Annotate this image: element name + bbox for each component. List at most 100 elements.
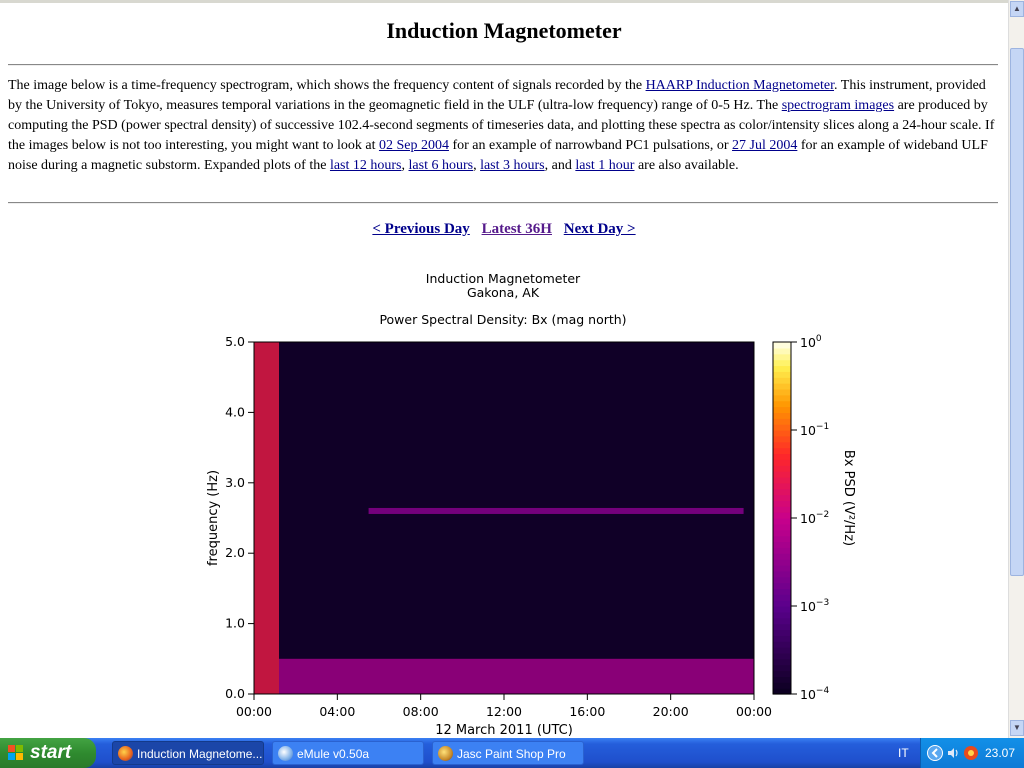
language-indicator[interactable]: IT [898,738,909,768]
colorbar-segment [773,553,791,560]
colorbar-segment [773,547,791,554]
colorbar-segment [773,400,791,408]
intro-link[interactable]: last 1 hour [575,158,634,173]
colorbar-segment [773,647,791,654]
colorbar-tick-label: 10−1 [800,422,829,438]
paintshop-icon [438,746,453,761]
colorbar-segment [773,394,791,402]
colorbar-label: Bx PSD (V²/Hz) [841,450,856,546]
antivirus-icon[interactable] [963,745,979,761]
colorbar-segment [773,494,791,501]
colorbar-segment [773,512,791,519]
intro-paragraph: The image below is a time-frequency spec… [8,76,1000,176]
colorbar-segment [773,453,791,460]
x-tick-label: 00:00 [736,704,772,719]
spectral-band [368,507,744,514]
divider-top [8,64,998,66]
start-button[interactable]: start [0,738,96,768]
spectrogram-figure: Induction Magnetometer Gakona, AK Power … [195,268,875,738]
task-emule[interactable]: eMule v0.50a [272,741,424,765]
colorbar-segment [773,347,791,355]
task-label: Jasc Paint Shop Pro [457,747,566,761]
colorbar-segment [773,447,791,455]
intro-link[interactable]: 27 Jul 2004 [732,138,797,153]
colorbar-segment [773,424,791,431]
page-top-border [0,0,1008,3]
colorbar-segment [773,459,791,466]
day-navigation: < Previous Day Latest 36H Next Day > [0,221,1008,238]
intro-link[interactable]: HAARP Induction Magnetometer [646,78,834,93]
colorbar-segment [773,430,791,437]
intro-text: are also available. [634,158,739,173]
colorbar-tick-label: 10−4 [800,686,829,702]
x-tick-label: 04:00 [319,704,355,719]
colorbar-segment [773,529,791,537]
intro-link[interactable]: 02 Sep 2004 [379,138,449,153]
colorbar-segment [773,482,791,490]
intro-link[interactable]: last 6 hours [409,158,474,173]
colorbar-segment [773,582,791,589]
tray-expand-icon[interactable] [927,745,943,761]
colorbar-segment [773,676,791,683]
colorbar-tick-label: 10−3 [800,598,829,614]
task-paintshop[interactable]: Jasc Paint Shop Pro [432,741,584,765]
vertical-scrollbar[interactable]: ▲ ▼ [1008,0,1024,738]
scroll-thumb[interactable] [1010,48,1024,576]
colorbar-segment [773,664,791,672]
colorbar-segment [773,418,791,425]
x-tick-label: 08:00 [403,704,439,719]
y-tick-label: 4.0 [225,404,245,419]
spectrogram-chart: 0.0 1.0 2.0 3.0 4.0 5.0 00:00 04:00 08:00 12:00 16… [206,334,856,738]
scroll-down-arrow[interactable]: ▼ [1010,720,1024,736]
volume-icon[interactable] [946,746,960,760]
intro-link[interactable]: spectrogram images [782,98,894,113]
colorbar-segment [773,488,791,496]
colorbar-segment [773,652,791,660]
colorbar-segment [773,359,791,367]
y-axis-label: frequency (Hz) [206,470,221,566]
x-tick-label: 20:00 [653,704,689,719]
colorbar-segment [773,535,791,543]
colorbar-segment [773,465,791,472]
colorbar-segment [773,371,791,378]
colorbar-segment [773,670,791,677]
colorbar-segment [773,383,791,390]
colorbar-segment [773,641,791,648]
windows-logo-icon [8,745,23,760]
colorbar-tick-label: 10−2 [800,510,829,526]
colorbar-segment [773,406,791,413]
task-firefox[interactable]: Induction Magnetome... [112,741,264,765]
colorbar-segment [773,441,791,449]
colorbar-segment [773,365,791,372]
intro-text: , [401,158,409,173]
intro-link[interactable]: last 12 hours [330,158,402,173]
next-day-link[interactable]: Next Day > [564,221,636,237]
intro-text: The image below is a time-frequency spec… [8,78,646,93]
task-label: eMule v0.50a [297,747,370,761]
task-label: Induction Magnetome... [137,747,263,761]
intro-link[interactable]: last 3 hours [480,158,545,173]
x-axis-label: 12 March 2011 (UTC) [435,723,573,738]
intro-text: for an example of narrowband PC1 pulsati… [448,138,733,153]
start-label: start [30,742,72,763]
latest-36h-link[interactable]: Latest 36H [482,221,552,237]
colorbar-segment [773,412,791,419]
x-tick-label: 16:00 [569,704,605,719]
scroll-up-arrow[interactable]: ▲ [1010,1,1024,17]
previous-day-link[interactable]: < Previous Day [372,221,469,237]
browser-page: Induction Magnetometer The image below i… [0,0,1008,738]
clock: 23.07 [985,746,1016,760]
colorbar-segment [773,559,791,566]
y-tick-label: 3.0 [225,475,245,490]
y-tick-label: 0.0 [225,686,245,701]
colorbar-segment [773,600,791,607]
colorbar-segment [773,564,791,572]
noise-region [279,658,754,694]
y-tick-label: 5.0 [225,334,245,349]
colorbar-segment [773,570,791,578]
intro-text: , and [544,158,576,173]
system-tray: 23.07 [920,738,1024,768]
x-tick-label: 12:00 [486,704,522,719]
plot-background [254,342,754,694]
emule-icon [278,746,293,761]
